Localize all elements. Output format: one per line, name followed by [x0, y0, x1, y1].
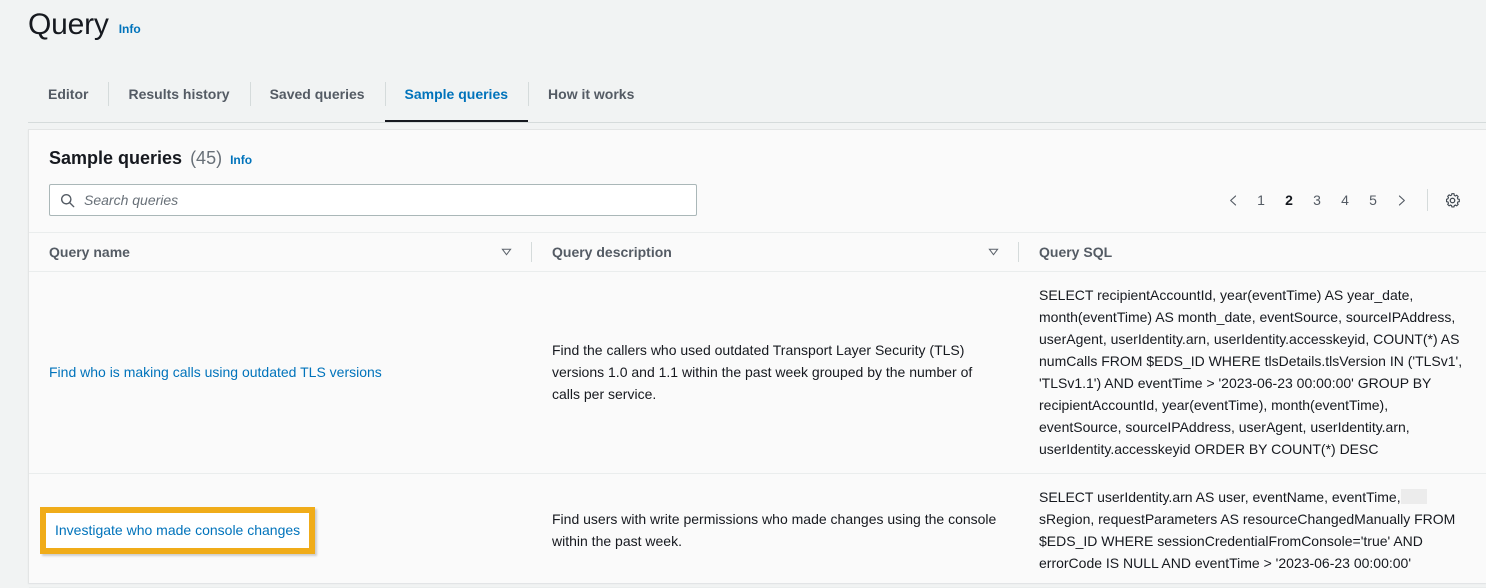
- tab-label: Sample queries: [405, 86, 509, 102]
- cell-query-sql: SELECT recipientAccountId, year(eventTim…: [1019, 272, 1486, 474]
- pagination-page-5[interactable]: 5: [1359, 186, 1387, 214]
- cell-query-sql: SELECT userIdentity.arn AS user, eventNa…: [1019, 474, 1486, 588]
- column-header-label: Query description: [552, 244, 672, 260]
- query-name-link[interactable]: Find who is making calls using outdated …: [49, 364, 382, 380]
- column-header-query-sql[interactable]: Query SQL: [1019, 233, 1486, 272]
- pagination-page-label: 3: [1313, 192, 1321, 208]
- panel-info-link[interactable]: Info: [230, 153, 252, 167]
- query-name-link[interactable]: Investigate who made console changes: [55, 519, 300, 541]
- chevron-right-icon[interactable]: [1387, 186, 1415, 214]
- tab-sample-queries[interactable]: Sample queries: [385, 75, 529, 113]
- sql-text-before-redaction: SELECT userIdentity.arn AS user, eventNa…: [1039, 489, 1401, 505]
- tab-how-it-works[interactable]: How it works: [528, 75, 654, 113]
- pagination-page-label: 2: [1285, 192, 1293, 208]
- tab-label: Editor: [48, 86, 88, 102]
- pagination-page-label: 1: [1257, 192, 1265, 208]
- pagination-page-label: 4: [1341, 192, 1349, 208]
- sql-text-after-redaction: sRegion, requestParameters AS resourceCh…: [1039, 511, 1455, 571]
- sample-queries-panel: Sample queries (45) Info 1: [28, 129, 1486, 583]
- sort-triangle-icon[interactable]: [501, 244, 512, 260]
- table-row: Find who is making calls using outdated …: [29, 272, 1486, 474]
- tabs-container: Editor Results history Saved queries Sam…: [0, 75, 1486, 113]
- cell-query-description: Find the callers who used outdated Trans…: [532, 272, 1019, 474]
- tab-saved-queries[interactable]: Saved queries: [250, 75, 385, 113]
- pagination-page-3[interactable]: 3: [1303, 186, 1331, 214]
- pagination-page-2[interactable]: 2: [1275, 186, 1303, 214]
- table-body: Find who is making calls using outdated …: [29, 272, 1486, 588]
- search-box[interactable]: [49, 184, 697, 216]
- tab-label: How it works: [548, 86, 634, 102]
- column-header-label: Query name: [49, 244, 130, 260]
- page-title: Query: [28, 8, 109, 42]
- page-header: Query Info: [0, 0, 1486, 42]
- sort-triangle-icon[interactable]: [988, 244, 999, 260]
- tab-label: Results history: [128, 86, 229, 102]
- pagination-page-4[interactable]: 4: [1331, 186, 1359, 214]
- highlight-annotation-box: Investigate who made console changes: [40, 507, 315, 554]
- search-input[interactable]: [84, 192, 686, 208]
- cell-query-description: Find users with write permissions who ma…: [532, 474, 1019, 588]
- pagination-page-1[interactable]: 1: [1247, 186, 1275, 214]
- panel-title-row: Sample queries (45) Info: [49, 148, 1466, 169]
- column-header-query-name[interactable]: Query name: [29, 233, 532, 272]
- tab-editor[interactable]: Editor: [28, 75, 108, 113]
- search-icon: [60, 193, 75, 208]
- page-info-link[interactable]: Info: [119, 22, 141, 36]
- chevron-left-icon[interactable]: [1219, 186, 1247, 214]
- pagination-divider: [1427, 189, 1428, 211]
- tab-label: Saved queries: [270, 86, 365, 102]
- cell-query-name: Investigate who made console changes: [29, 474, 532, 588]
- pagination: 1 2 3 4 5: [1219, 186, 1466, 214]
- column-header-label: Query SQL: [1039, 244, 1112, 260]
- panel-count: (45): [190, 148, 222, 169]
- pagination-page-label: 5: [1369, 192, 1377, 208]
- filter-row: 1 2 3 4 5: [29, 169, 1486, 232]
- redaction-mask: [1401, 489, 1427, 504]
- cell-query-name: Find who is making calls using outdated …: [29, 272, 532, 474]
- table-header: Query name Query description: [29, 233, 1486, 272]
- column-header-query-description[interactable]: Query description: [532, 233, 1019, 272]
- sample-queries-table: Query name Query description: [29, 232, 1486, 588]
- table-header-row: Query name Query description: [29, 233, 1486, 272]
- panel-title: Sample queries: [49, 148, 182, 169]
- tabs-underline: [28, 122, 1486, 123]
- tab-results-history[interactable]: Results history: [108, 75, 249, 113]
- table-row: Investigate who made console changes Fin…: [29, 474, 1486, 588]
- gear-icon[interactable]: [1438, 186, 1466, 214]
- panel-header: Sample queries (45) Info: [29, 130, 1486, 169]
- tab-list: Editor Results history Saved queries Sam…: [28, 75, 1486, 113]
